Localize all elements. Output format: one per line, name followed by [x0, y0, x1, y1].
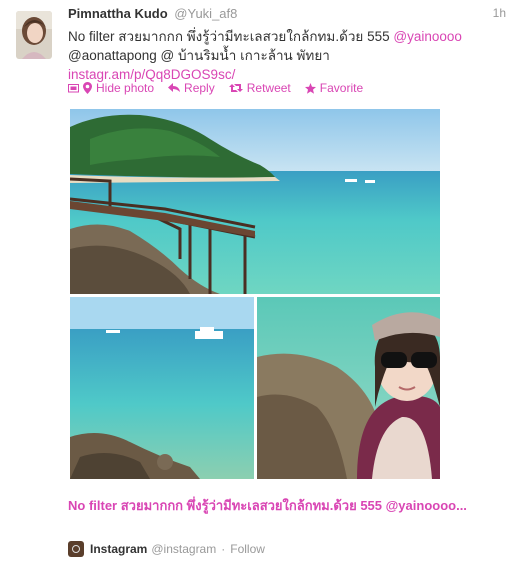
instagram-icon[interactable] [68, 541, 84, 557]
follow-link[interactable]: Follow [230, 542, 265, 556]
source-handle[interactable]: @instagram [151, 542, 216, 556]
photo-sea-boat[interactable] [70, 297, 254, 479]
card-title[interactable]: No filter สวยมากกก พึ่งรู้ว่ามีทะเลสวยใก… [68, 496, 498, 515]
author-name[interactable]: Pimnattha Kudo [68, 6, 168, 21]
reply-action[interactable]: Reply [168, 81, 215, 95]
reply-label: Reply [184, 81, 215, 95]
hide-photo-action[interactable]: Hide photo [68, 81, 154, 95]
instagram-link[interactable]: instagr.am/p/Qq8DGOS9sc/ [68, 67, 235, 82]
retweet-icon [228, 84, 243, 92]
reply-icon [168, 83, 181, 92]
separator-dot: · [221, 542, 226, 556]
retweet-action[interactable]: Retweet [228, 81, 291, 95]
tweet-text-line2: @aonattapong @ บ้านริมน้ำ เกาะล้าน พัทยา [68, 48, 330, 63]
tweet-text: No filter สวยมากกก พึ่งรู้ว่ามีทะเลสวยใก… [68, 27, 508, 84]
tweet-timestamp[interactable]: 1h [493, 6, 506, 20]
location-pin-icon [83, 82, 92, 94]
tweet-text-line1: No filter สวยมากกก พึ่งรู้ว่ามีทะเลสวยใก… [68, 29, 394, 44]
favorite-label: Favorite [319, 81, 364, 95]
photo-icon [68, 84, 79, 93]
avatar[interactable] [16, 11, 52, 59]
author-handle[interactable]: @Yuki_af8 [174, 6, 237, 21]
card-source: Instagram @instagram · Follow [68, 541, 265, 557]
photo-selfie[interactable] [257, 297, 440, 479]
photo-main[interactable] [70, 109, 440, 294]
favorite-action[interactable]: Favorite [304, 81, 364, 95]
mention-link[interactable]: @yainoooo [393, 29, 462, 44]
source-name[interactable]: Instagram [90, 542, 147, 556]
tweet-header: Pimnattha Kudo @Yuki_af8 1h [68, 6, 506, 24]
hide-photo-label: Hide photo [96, 81, 155, 95]
tweet-actions: Hide photo Reply Retweet Favorite [68, 81, 377, 95]
retweet-label: Retweet [246, 81, 291, 95]
star-icon [304, 82, 316, 94]
